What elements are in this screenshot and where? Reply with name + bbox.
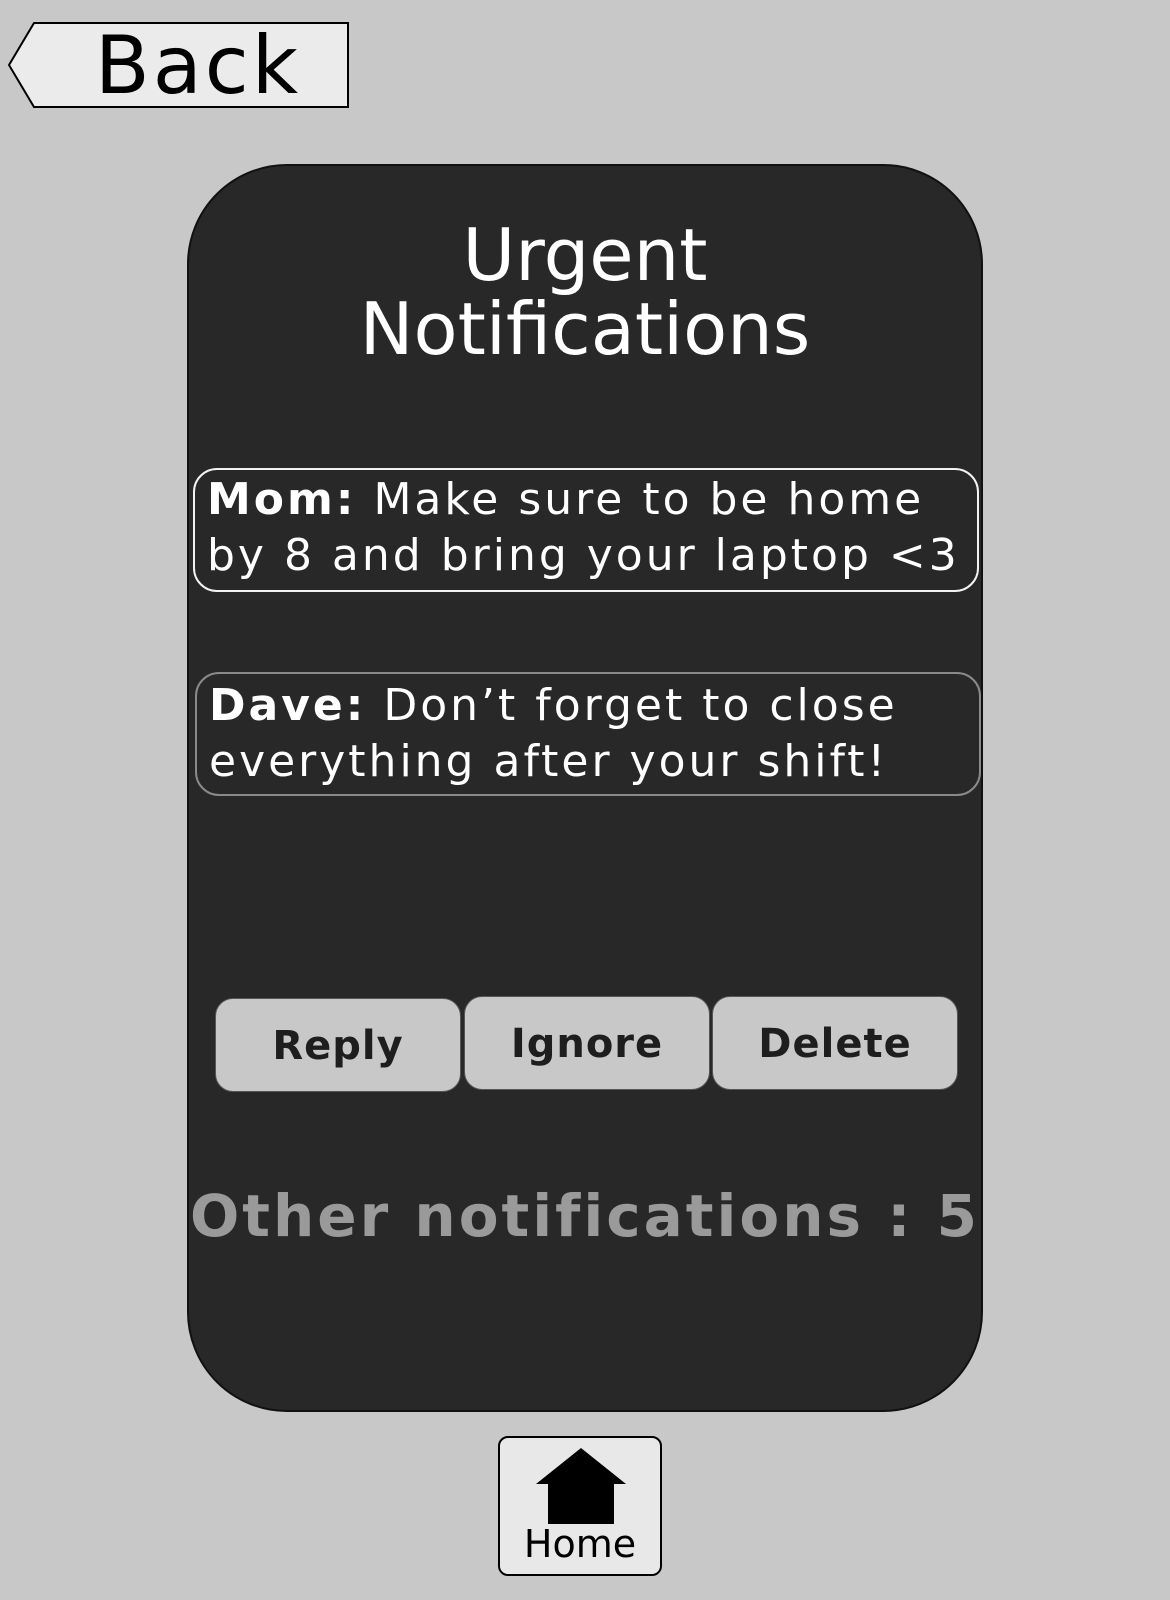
- notification-text-line-2: everything after your shift!: [209, 736, 889, 787]
- notification-text: Don’t forget to close: [366, 680, 898, 731]
- notification-sender: Dave:: [209, 680, 367, 731]
- home-icon: [536, 1448, 626, 1524]
- home-button[interactable]: Home: [498, 1436, 662, 1576]
- notification-actions: Reply Ignore Delete: [215, 996, 959, 1092]
- notification-text: Make sure to be home: [356, 474, 925, 525]
- reply-button[interactable]: Reply: [215, 998, 461, 1092]
- notification-line: Mom: Make sure to be home: [207, 472, 967, 528]
- notification-line: Dave: Don’t forget to close: [209, 678, 969, 734]
- urgent-notifications-card: Urgent Notifications Mom: Make sure to b…: [187, 164, 983, 1412]
- title-line-2: Notifications: [359, 287, 811, 371]
- home-button-label: Home: [523, 1522, 637, 1566]
- ignore-button[interactable]: Ignore: [464, 996, 710, 1090]
- other-notifications-count: Other notifications : 5: [189, 1182, 981, 1250]
- back-button[interactable]: Back: [8, 22, 356, 110]
- notification-text-line-2: by 8 and bring your laptop <3: [207, 530, 960, 581]
- notification-sender: Mom:: [207, 474, 357, 525]
- title-line-1: Urgent: [462, 213, 708, 297]
- back-button-label: Back: [94, 19, 302, 112]
- notification-dave[interactable]: Dave: Don’t forget to close everything a…: [195, 672, 981, 796]
- delete-button[interactable]: Delete: [712, 996, 958, 1090]
- page-title: Urgent Notifications: [189, 218, 981, 366]
- notification-mom[interactable]: Mom: Make sure to be home by 8 and bring…: [193, 468, 979, 592]
